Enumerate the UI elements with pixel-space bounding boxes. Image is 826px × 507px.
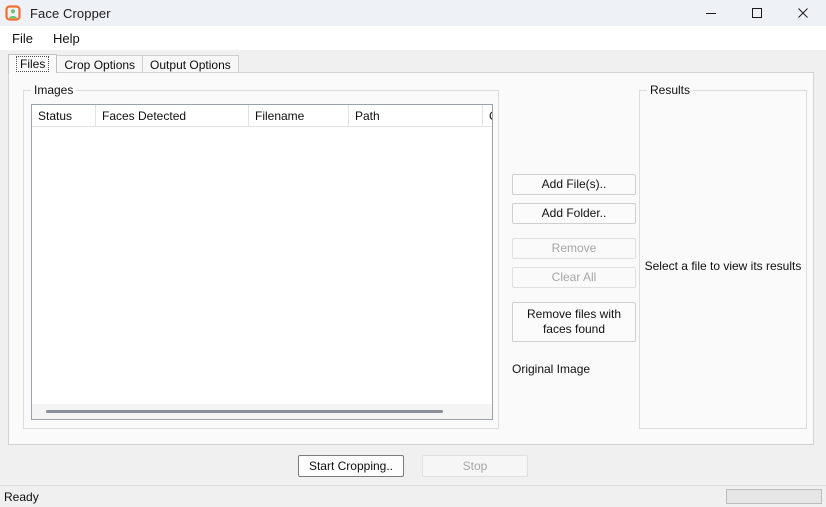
tabstrip: Files Crop Options Output Options bbox=[8, 54, 818, 73]
status-message: Ready bbox=[4, 490, 39, 504]
results-groupbox: Results Select a file to view its result… bbox=[639, 83, 807, 429]
maximize-button[interactable] bbox=[734, 0, 780, 26]
column-header-output-label: Ou bbox=[483, 109, 492, 123]
window-controls bbox=[688, 0, 826, 26]
original-image-label: Original Image bbox=[512, 362, 591, 376]
column-header-path[interactable]: Path bbox=[349, 105, 483, 126]
face-cropper-window: Face Cropper File Help Files Crop Option… bbox=[0, 0, 826, 507]
scrollbar-thumb[interactable] bbox=[46, 410, 443, 413]
stop-button[interactable]: Stop bbox=[422, 455, 529, 477]
close-icon bbox=[798, 8, 808, 18]
column-header-faces-detected[interactable]: Faces Detected bbox=[96, 105, 249, 126]
results-placeholder-text: Select a file to view its results bbox=[644, 259, 802, 273]
tab-crop-options-label: Crop Options bbox=[64, 57, 136, 72]
column-header-filename-label: Filename bbox=[255, 108, 305, 123]
column-header-status-label: Status bbox=[38, 108, 73, 123]
column-header-output[interactable]: Ou bbox=[483, 105, 492, 126]
listview-horizontal-scrollbar[interactable] bbox=[32, 403, 492, 419]
column-header-filename[interactable]: Filename bbox=[249, 105, 349, 126]
maximize-icon bbox=[752, 8, 762, 18]
start-cropping-button[interactable]: Start Cropping.. bbox=[297, 455, 405, 477]
add-folder-button[interactable]: Add Folder.. bbox=[512, 203, 636, 224]
window-title: Face Cropper bbox=[30, 5, 111, 21]
listview-body[interactable] bbox=[32, 127, 492, 404]
tab-output-options-label: Output Options bbox=[150, 57, 231, 72]
column-header-status[interactable]: Status bbox=[32, 105, 96, 126]
column-header-path-label: Path bbox=[355, 108, 380, 123]
tab-output-options[interactable]: Output Options bbox=[142, 55, 239, 73]
face-cropper-app-icon bbox=[5, 5, 21, 21]
images-groupbox-title: Images bbox=[31, 83, 77, 97]
menu-item-file[interactable]: File bbox=[4, 28, 41, 49]
action-bar: Start Cropping.. Stop bbox=[0, 455, 826, 477]
minimize-icon bbox=[706, 13, 716, 14]
file-actions-panel: Add File(s).. Add Folder.. Remove Clear … bbox=[512, 174, 636, 376]
menubar: File Help bbox=[0, 26, 826, 50]
menu-item-help[interactable]: Help bbox=[45, 28, 88, 49]
tab-files-label: Files bbox=[16, 56, 50, 72]
titlebar: Face Cropper bbox=[0, 0, 826, 26]
add-files-button[interactable]: Add File(s).. bbox=[512, 174, 636, 195]
column-header-faces-detected-label: Faces Detected bbox=[102, 108, 187, 123]
remove-button[interactable]: Remove bbox=[512, 238, 636, 259]
images-listview[interactable]: Status Faces Detected Filename Path Ou bbox=[31, 104, 493, 420]
tab-crop-options[interactable]: Crop Options bbox=[56, 55, 144, 73]
results-content: Select a file to view its results bbox=[640, 91, 806, 428]
tab-files[interactable]: Files bbox=[8, 54, 58, 73]
clear-all-button[interactable]: Clear All bbox=[512, 267, 636, 288]
statusbar: Ready bbox=[0, 485, 826, 507]
images-groupbox: Images Status Faces Detected Filename Pa… bbox=[23, 83, 499, 429]
progress-bar bbox=[726, 489, 822, 504]
remove-files-with-faces-found-button[interactable]: Remove files with faces found bbox=[512, 302, 636, 342]
tabpage-files: Images Status Faces Detected Filename Pa… bbox=[8, 72, 814, 445]
close-button[interactable] bbox=[780, 0, 826, 26]
listview-header: Status Faces Detected Filename Path Ou bbox=[32, 105, 492, 127]
minimize-button[interactable] bbox=[688, 0, 734, 26]
